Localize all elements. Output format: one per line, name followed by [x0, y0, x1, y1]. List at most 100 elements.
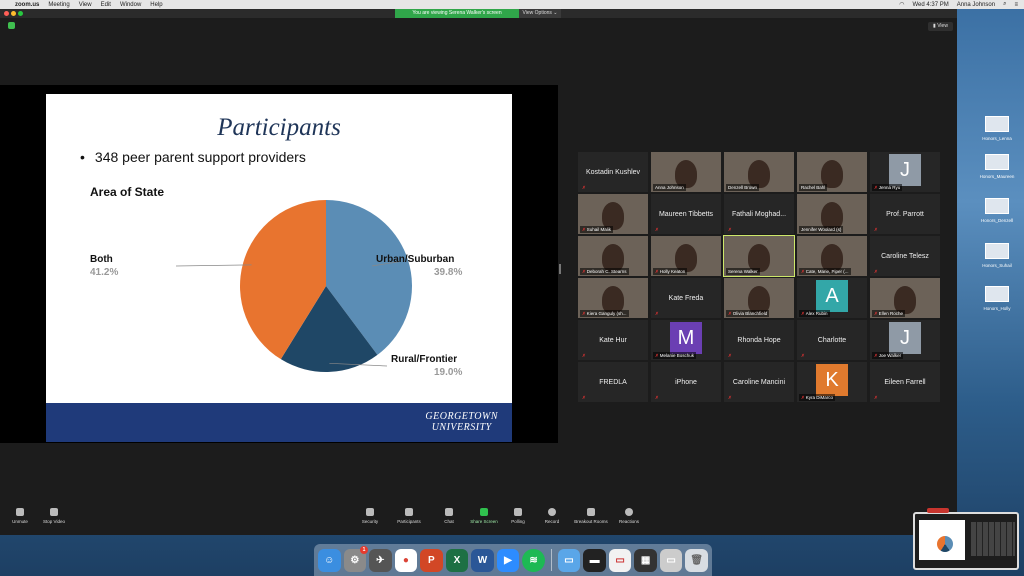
search-icon[interactable]: ⌕ — [1003, 1, 1006, 8]
recent-window-icon[interactable]: ▬ — [583, 548, 606, 572]
participant-name: ✗Deborah C. Stearns — [580, 268, 629, 275]
desktop-file-honors-maureen[interactable]: Honors_Maureen — [972, 154, 1022, 179]
launchpad-icon[interactable]: ✈ — [369, 548, 392, 572]
participants-button[interactable]: Participants — [389, 508, 429, 524]
shared-screen: Participants • 348 peer parent support pr… — [0, 85, 558, 443]
participant-tile[interactable]: ✗Holly Keaton — [651, 236, 721, 276]
system-preferences-icon[interactable]: ⚙ 1 — [343, 545, 369, 572]
participant-tile[interactable]: Fathali Moghad... ✗ — [724, 194, 794, 234]
recent-document-icon[interactable]: ▭ — [608, 548, 632, 572]
participant-tile[interactable]: ✗Suhail Malik — [578, 194, 648, 234]
user-name[interactable]: Anna Johnson — [957, 2, 995, 8]
video-camera-icon — [50, 508, 58, 516]
participant-name: ✗Suhail Malik — [580, 226, 614, 233]
mac-dock: ☺ ⚙ 1 ✈ ● P X W ▶ ≋ ▭ ▬ ▭ ▦ ▭ 🗑 — [314, 544, 712, 576]
control-center-icon[interactable]: ≡ — [1014, 2, 1018, 8]
breakout-rooms-button[interactable]: Breakout Rooms — [571, 508, 611, 524]
zoom-app-icon[interactable]: ▶ — [496, 548, 520, 572]
muted-mic-icon: ✗ — [655, 395, 659, 400]
menu-app-name[interactable]: zoom.us — [15, 2, 39, 8]
trash-icon[interactable]: 🗑 — [685, 548, 708, 572]
recent-file-icon[interactable]: ▭ — [659, 548, 683, 572]
participant-name: ✗Joe Walker — [872, 352, 904, 359]
view-layout-button[interactable]: ▮ View — [928, 22, 953, 31]
participant-tile[interactable]: J ✗Joe Walker — [870, 320, 940, 360]
desktop-file-honors-denzell[interactable]: Honors_Denzell — [972, 198, 1022, 223]
security-button[interactable]: Security — [350, 508, 390, 524]
participant-name: ✗Alex Rubin — [799, 310, 830, 317]
participant-tile[interactable]: Rachel Bahl — [797, 152, 867, 192]
clock[interactable]: Wed 4:37 PM — [912, 2, 948, 8]
participant-tile[interactable]: Kate Freda ✗ — [651, 278, 721, 318]
participant-name: ✗Kiera Ganguly (sh... — [580, 310, 629, 317]
recent-app-icon[interactable]: ▦ — [634, 548, 657, 572]
security-shield-icon[interactable] — [8, 22, 15, 29]
participant-tile[interactable]: Kostadin Kushlev ✗ — [578, 152, 648, 192]
finder-icon[interactable]: ☺ — [318, 548, 341, 572]
slice-label: Urban/Suburban — [376, 254, 454, 265]
view-options-dropdown[interactable]: View Options ⌄ — [519, 9, 561, 18]
participant-tile[interactable]: Rhonda Hope ✗ — [724, 320, 794, 360]
desktop-file-honors-holly[interactable]: Honors_Holly — [972, 286, 1022, 311]
meeting-toolbar: Unmute Stop Video Security Participants … — [0, 504, 957, 535]
participant-tile[interactable]: ✗Kiera Ganguly (sh... — [578, 278, 648, 318]
preview-slide — [919, 520, 965, 560]
polling-icon — [514, 508, 522, 516]
participant-tile[interactable]: M ✗Melanie Boschuk — [651, 320, 721, 360]
record-button[interactable]: Record — [532, 508, 572, 524]
participant-tile[interactable]: J ✗Jenna Ryu — [870, 152, 940, 192]
powerpoint-icon[interactable]: P — [420, 548, 443, 572]
participant-tile[interactable]: A ✗Alex Rubin — [797, 278, 867, 318]
reactions-icon — [625, 508, 633, 516]
participant-avatar: J — [889, 154, 921, 186]
participant-tile[interactable]: Anna Johnson — [651, 152, 721, 192]
zoom-window-button[interactable] — [18, 11, 23, 16]
panel-splitter-handle[interactable] — [559, 264, 561, 274]
presentation-slide: Participants • 348 peer parent support pr… — [46, 94, 512, 442]
participant-name: ✗Melanie Boschuk — [653, 352, 697, 359]
shield-icon — [366, 508, 374, 516]
participant-tile[interactable]: ✗Ellen Roche — [870, 278, 940, 318]
participant-tile[interactable]: ✗Deborah C. Stearns — [578, 236, 648, 276]
close-window-button[interactable] — [4, 11, 9, 16]
participant-tile[interactable]: Jennifer Woolard (s) — [797, 194, 867, 234]
chrome-icon[interactable]: ● — [394, 548, 418, 572]
menu-view[interactable]: View — [79, 2, 92, 8]
desktop-file-honors-suhail[interactable]: Honors_Suhail — [972, 243, 1022, 268]
spotify-icon[interactable]: ≋ — [522, 548, 545, 572]
participant-tile[interactable]: Kate Hur ✗ — [578, 320, 648, 360]
screen-preview-thumbnail[interactable] — [913, 508, 1019, 570]
participant-tile[interactable]: Prof. Parrott ✗ — [870, 194, 940, 234]
participant-tile[interactable]: Denzell Brown — [724, 152, 794, 192]
menu-edit[interactable]: Edit — [101, 2, 111, 8]
participant-name: Rachel Bahl — [799, 184, 828, 191]
menu-help[interactable]: Help — [150, 2, 162, 8]
preview-gallery — [971, 522, 1015, 556]
participant-tile[interactable]: Eileen Farrell ✗ — [870, 362, 940, 402]
stop-video-button[interactable]: Stop Video — [34, 508, 74, 524]
downloads-folder-icon[interactable]: ▭ — [557, 548, 581, 572]
word-icon[interactable]: W — [471, 548, 494, 572]
participant-tile[interactable]: Maureen Tibbetts ✗ — [651, 194, 721, 234]
georgetown-logo: GEORGETOWN UNIVERSITY — [425, 411, 498, 433]
muted-mic-icon: ✗ — [874, 395, 878, 400]
participant-tile[interactable]: Charlotte ✗ — [797, 320, 867, 360]
menu-meeting[interactable]: Meeting — [48, 2, 69, 8]
wifi-icon[interactable]: ◠ — [899, 1, 904, 8]
reactions-button[interactable]: Reactions — [609, 508, 649, 524]
participant-tile[interactable]: ✗Olivia Blanchfield — [724, 278, 794, 318]
participant-tile[interactable]: Serena Walker — [723, 235, 795, 277]
menu-window[interactable]: Window — [120, 2, 141, 8]
minimize-window-button[interactable] — [11, 11, 16, 16]
participant-tile[interactable]: Caroline Mancini ✗ — [724, 362, 794, 402]
excel-icon[interactable]: X — [445, 548, 469, 572]
desktop-file-honors-lenna[interactable]: Honors_Lenna — [972, 116, 1022, 141]
participant-tile[interactable]: iPhone ✗ — [651, 362, 721, 402]
chat-button[interactable]: Chat — [429, 508, 469, 524]
participant-tile[interactable]: K ✗Kyra DiMarco — [797, 362, 867, 402]
participant-tile[interactable]: FREDLA ✗ — [578, 362, 648, 402]
breakout-rooms-icon — [587, 508, 595, 516]
participant-tile[interactable]: Caroline Telesz ✗ — [870, 236, 940, 276]
muted-mic-icon: ✗ — [728, 353, 732, 358]
participant-tile[interactable]: ✗Cate, Marie, Piper (... — [797, 236, 867, 276]
